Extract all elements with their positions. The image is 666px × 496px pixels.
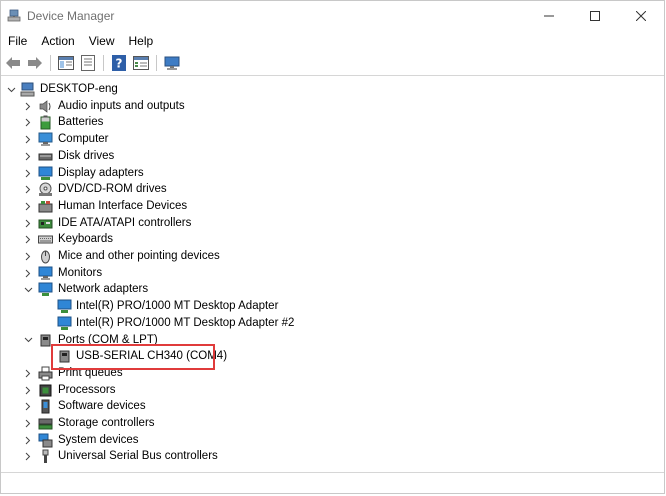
network-adapter-icon (57, 316, 72, 330)
scan-hardware-button[interactable] (162, 53, 182, 73)
expand-chevron-icon[interactable] (22, 148, 34, 165)
expand-chevron-icon[interactable] (22, 165, 34, 182)
collapse-chevron-icon[interactable] (22, 332, 34, 349)
processor-icon (39, 384, 52, 397)
monitor-scan-icon (164, 56, 180, 70)
speaker-icon (39, 99, 51, 113)
properties-button[interactable] (78, 53, 98, 73)
expand-chevron-icon[interactable] (22, 215, 34, 232)
system-devices-icon (38, 433, 53, 448)
back-button[interactable] (3, 53, 23, 73)
collapse-chevron-icon[interactable] (5, 81, 17, 98)
tree-item-label: Batteries (58, 116, 104, 129)
minimize-icon (544, 15, 554, 17)
tree-child-label: Intel(R) PRO/1000 MT Desktop Adapter #2 (76, 316, 295, 329)
close-button[interactable] (618, 1, 664, 31)
show-hide-tree-icon (58, 56, 74, 70)
back-arrow-icon (6, 57, 20, 69)
toolbar-separator (103, 55, 104, 71)
tree-item-label: Audio inputs and outputs (58, 99, 185, 112)
menu-bar: File Action View Help (1, 31, 664, 51)
tree-item-label: System devices (58, 433, 139, 446)
network-adapter-icon (38, 282, 53, 297)
highlight-annotation-box (51, 344, 215, 370)
minimize-button[interactable] (526, 1, 572, 31)
battery-icon (40, 115, 51, 130)
tree-item-label: Processors (58, 383, 116, 396)
expand-chevron-icon[interactable] (22, 114, 34, 131)
monitor-icon (38, 266, 53, 280)
device-tree: DESKTOP-eng Audio inputs and outputs Bat… (1, 76, 664, 473)
forward-arrow-icon (28, 57, 42, 69)
status-bar (1, 472, 664, 493)
tree-item-label: Software devices (58, 400, 146, 413)
tree-item-label: Network adapters (58, 283, 149, 296)
dvd-icon (39, 182, 52, 197)
device-manager-window: Device Manager File Action View Help ? D… (0, 0, 665, 494)
properties-icon (81, 55, 95, 71)
tree-item-label: Storage controllers (58, 417, 155, 429)
ide-controller-icon (38, 219, 53, 229)
view-resources-button[interactable] (131, 53, 151, 73)
expand-chevron-icon[interactable] (22, 415, 34, 432)
mouse-icon (41, 250, 50, 264)
close-icon (636, 11, 646, 21)
keyboard-icon (38, 235, 53, 244)
network-adapter-icon (57, 299, 72, 314)
expand-chevron-icon[interactable] (22, 365, 34, 382)
view-resources-icon (133, 56, 149, 70)
expand-chevron-icon[interactable] (22, 198, 34, 215)
window-title: Device Manager (27, 9, 115, 23)
hid-icon (38, 200, 53, 213)
show-hide-tree-button[interactable] (56, 53, 76, 73)
toolbar: ? (1, 51, 664, 76)
expand-chevron-icon[interactable] (22, 231, 34, 248)
menu-action[interactable]: Action (34, 31, 81, 51)
tree-item-label: IDE ATA/ATAPI controllers (58, 216, 192, 229)
usb-icon (42, 449, 49, 464)
expand-chevron-icon[interactable] (22, 98, 34, 115)
tree-item-label: DVD/CD-ROM drives (58, 183, 167, 196)
expand-chevron-icon[interactable] (22, 265, 34, 282)
toolbar-separator (156, 55, 157, 71)
tree-item-label: Disk drives (58, 149, 115, 162)
expand-chevron-icon[interactable] (22, 398, 34, 415)
menu-file[interactable]: File (1, 31, 34, 51)
computer-icon (38, 132, 53, 147)
help-icon: ? (112, 55, 126, 71)
maximize-icon (590, 11, 600, 21)
expand-chevron-icon[interactable] (22, 448, 34, 465)
display-adapter-icon (38, 166, 53, 180)
tree-item-label: Monitors (58, 266, 103, 279)
menu-view[interactable]: View (82, 31, 122, 51)
storage-controller-icon (38, 418, 53, 430)
device-manager-app-icon (7, 9, 21, 22)
help-button[interactable]: ? (109, 53, 129, 73)
toolbar-separator (50, 55, 51, 71)
tree-child-label: Intel(R) PRO/1000 MT Desktop Adapter (76, 300, 279, 313)
svg-text:?: ? (116, 57, 123, 71)
tree-item-label: Human Interface Devices (58, 199, 188, 212)
expand-chevron-icon[interactable] (22, 131, 34, 148)
software-device-icon (41, 399, 50, 414)
tree-root-label: DESKTOP-eng (40, 83, 118, 95)
tree-item-label: Computer (58, 133, 109, 146)
menu-help[interactable]: Help (122, 31, 161, 51)
tree-item-label: Universal Serial Bus controllers (58, 450, 218, 463)
expand-chevron-icon[interactable] (22, 432, 34, 449)
expand-chevron-icon[interactable] (22, 248, 34, 265)
expand-chevron-icon[interactable] (22, 181, 34, 198)
computer-root-icon (20, 82, 35, 97)
title-bar: Device Manager (1, 1, 664, 31)
expand-chevron-icon[interactable] (22, 382, 34, 399)
forward-button[interactable] (25, 53, 45, 73)
maximize-button[interactable] (572, 1, 618, 31)
disk-drive-icon (38, 153, 53, 161)
collapse-chevron-icon[interactable] (22, 281, 34, 298)
tree-item-label: Keyboards (58, 233, 113, 246)
tree-item-label: Display adapters (58, 166, 144, 179)
tree-item-label: Mice and other pointing devices (58, 250, 220, 262)
